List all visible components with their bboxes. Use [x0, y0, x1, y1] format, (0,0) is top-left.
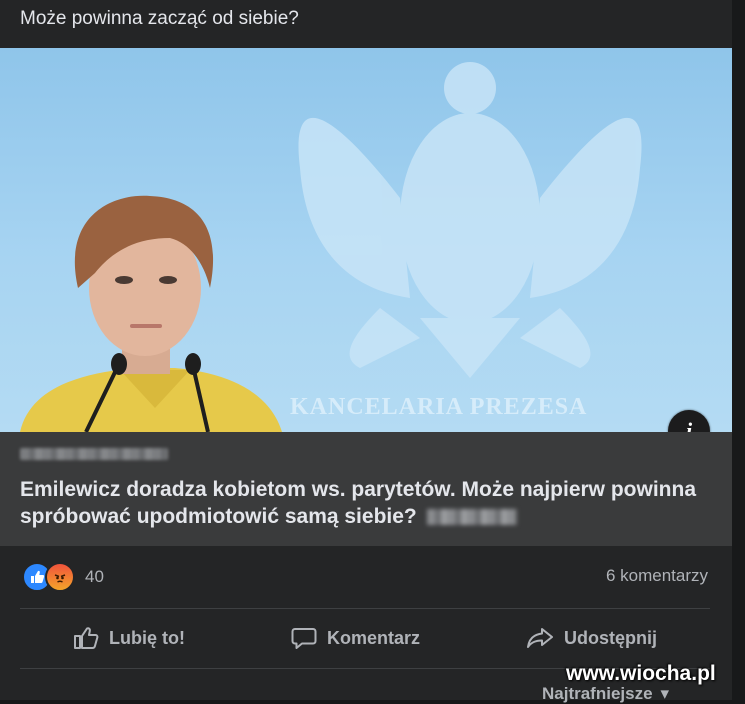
facebook-post: Może powinna zacząć od siebie? KANCELARI… [0, 0, 732, 703]
reactions-summary[interactable]: 40 [22, 562, 104, 592]
headline-redacted [426, 509, 517, 526]
sort-label: Najtrafniejsze [542, 684, 653, 703]
thumbs-up-icon [74, 627, 99, 649]
comment-button[interactable]: Komentarz [279, 620, 432, 656]
preview-background-text: KANCELARIA PREZESA [290, 394, 588, 420]
site-watermark: www.wiocha.pl [566, 662, 716, 685]
like-button-label: Lubię to! [109, 627, 185, 648]
post-text: Może powinna zacząć od siebie? [20, 8, 299, 29]
comments-count[interactable]: 6 komentarzy [606, 566, 708, 586]
comment-sort-dropdown[interactable]: Najtrafniejsze ▾ [542, 684, 669, 704]
comment-button-label: Komentarz [326, 627, 420, 648]
reaction-count: 40 [85, 567, 104, 586]
share-button[interactable]: Udostępnij [514, 620, 669, 656]
link-preview-image[interactable]: KANCELARIA PREZESA [0, 48, 732, 432]
link-headline[interactable]: Emilewicz doradza kobietom ws. parytetów… [20, 476, 710, 530]
link-caption[interactable]: Emilewicz doradza kobietom ws. parytetów… [0, 432, 732, 546]
link-domain-redacted [20, 448, 168, 460]
angry-reaction-icon [45, 562, 75, 592]
share-arrow-icon [527, 628, 553, 648]
preview-photo [20, 62, 642, 432]
chevron-down-icon: ▾ [660, 684, 670, 703]
share-button-label: Udostępnij [564, 627, 657, 648]
divider [20, 608, 710, 609]
comment-icon [291, 628, 317, 649]
link-headline-text: Emilewicz doradza kobietom ws. parytetów… [20, 478, 697, 528]
like-button[interactable]: Lubię to! [61, 620, 197, 656]
post-actions: Lubię to! Komentarz Udostępnij [20, 610, 710, 666]
eagle-emblem [298, 62, 642, 378]
